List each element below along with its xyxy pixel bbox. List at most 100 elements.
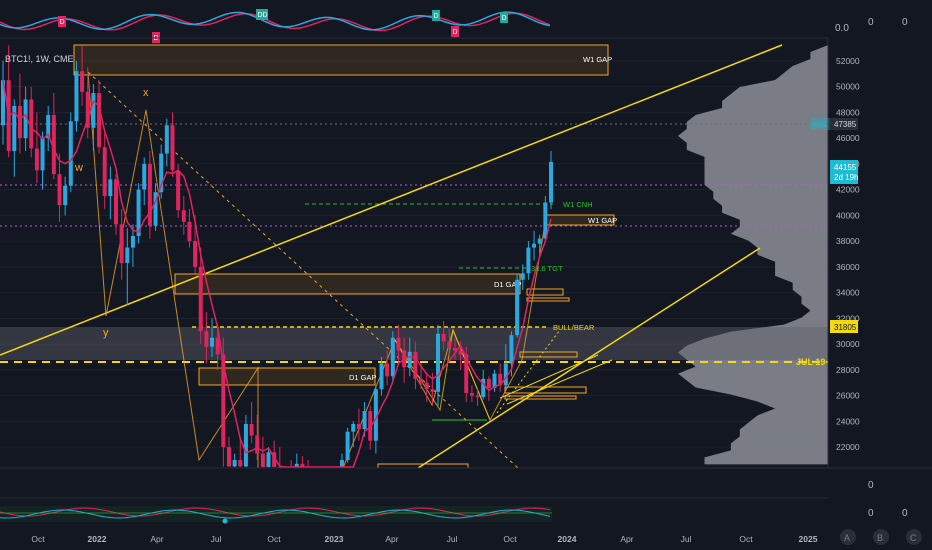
- top-indicator-value: 0.0: [835, 23, 849, 34]
- d1-gap-label-lower: D1 GAP: [349, 373, 377, 382]
- last-price-value: 44155: [834, 163, 857, 172]
- candle-body: [537, 238, 542, 244]
- level-badge-value: 31805: [834, 323, 857, 332]
- time-tick-label: Oct: [739, 534, 753, 544]
- w1-cnh-label: W1 CNH: [563, 200, 593, 209]
- candle-body: [458, 350, 463, 355]
- candle-body: [198, 266, 203, 332]
- time-tick-label: Jul: [681, 534, 692, 544]
- time-tick-label: 2025: [799, 534, 818, 544]
- jul-19-label: JUL 19: [796, 357, 825, 367]
- top-indicator-extra-2: 0: [902, 17, 908, 28]
- footer-button-c-label: C: [910, 533, 917, 543]
- candle-body: [164, 125, 169, 154]
- indicator-marker-label: D: [453, 29, 458, 36]
- indicator-marker-label: D: [502, 15, 507, 22]
- candle-body: [142, 163, 147, 190]
- candle-body: [447, 341, 452, 348]
- w1-gap-zone-top: [73, 44, 609, 76]
- indicator-marker-label: DD: [258, 12, 268, 19]
- candle-body: [74, 71, 79, 122]
- candle-body: [125, 247, 130, 264]
- footer-buttons: A B C: [840, 529, 922, 545]
- price-tick-label: 28000: [836, 365, 860, 375]
- candle-body: [176, 170, 181, 211]
- chart-canvas[interactable]: DDDDDDD 0.0 0 0 W1 GAP D1 GAP D1 GAP W1 …: [0, 0, 932, 550]
- candle-body: [407, 351, 412, 368]
- footer-button-b[interactable]: B: [873, 529, 889, 545]
- candle-body: [515, 279, 520, 336]
- candle-body: [187, 221, 192, 242]
- candle-body: [17, 105, 22, 139]
- candle-body: [113, 179, 118, 225]
- candle-body: [40, 138, 45, 171]
- time-tick-label: Jul: [211, 534, 222, 544]
- price-tick-label: 24000: [836, 416, 860, 426]
- candle-body: [339, 460, 344, 467]
- bar-countdown: 2d 19h: [834, 173, 858, 182]
- price-tick-label: 46000: [836, 133, 860, 143]
- candle-body: [441, 333, 446, 342]
- candle-body: [430, 389, 435, 392]
- price-tick-label: 26000: [836, 391, 860, 401]
- candle-body: [181, 210, 186, 222]
- w1-gap-label-top: W1 GAP: [583, 55, 612, 64]
- time-tick-label: Apr: [150, 534, 163, 544]
- wave-label-w: w: [74, 162, 83, 174]
- wave-label-x: x: [143, 87, 149, 99]
- footer-button-a[interactable]: A: [840, 529, 856, 545]
- candle-body: [119, 224, 124, 264]
- symbol-label: BTC1!, 1W, CME: [5, 54, 74, 64]
- candle-body: [204, 331, 209, 347]
- price-tick-label: 48000: [836, 107, 860, 117]
- time-tick-label: Apr: [385, 534, 398, 544]
- mvn-tag-text: MVN: [811, 122, 827, 129]
- candle-body: [34, 148, 39, 171]
- time-tick-label: 2022: [88, 534, 107, 544]
- candle-body: [424, 382, 429, 390]
- price-tick-label: 34000: [836, 288, 860, 298]
- candle-body: [226, 447, 231, 467]
- oscillator-signal-dot: [222, 518, 228, 524]
- bull-bear-label: BULL/BEAR: [553, 323, 595, 332]
- candle-body: [509, 335, 514, 364]
- candle-body: [436, 333, 441, 392]
- wave-label-y: y: [103, 327, 109, 339]
- candle-body: [266, 452, 271, 467]
- candle-body: [108, 179, 113, 197]
- candle-body: [57, 174, 62, 206]
- footer-button-a-label: A: [844, 533, 850, 543]
- price-tick-label: 22000: [836, 442, 860, 452]
- candle-body: [475, 395, 480, 397]
- bottom-indicator-value-1: 0: [868, 480, 874, 491]
- mvn-badge-value: 47385: [834, 120, 857, 129]
- time-tick-label: Jul: [447, 534, 458, 544]
- candle-body: [249, 423, 254, 436]
- candle-body: [379, 363, 384, 390]
- footer-button-c[interactable]: C: [906, 529, 922, 545]
- d1-gap-zone-upper: [174, 273, 521, 295]
- candle-body: [210, 337, 215, 347]
- candle-body: [147, 163, 152, 226]
- price-tick-label: 30000: [836, 339, 860, 349]
- candle-body: [130, 235, 135, 248]
- candle-body: [80, 71, 85, 92]
- candle-body: [520, 273, 525, 280]
- candle-body: [102, 147, 107, 197]
- time-tick-label: 2023: [325, 534, 344, 544]
- candle-body: [526, 247, 531, 274]
- time-tick-label: Apr: [620, 534, 633, 544]
- candle-body: [419, 378, 424, 383]
- bottom-indicator-value-3: 0: [902, 508, 908, 519]
- candle-body: [356, 423, 361, 430]
- candle-body: [469, 393, 474, 396]
- bottom-indicator-value-2: 0: [868, 508, 874, 519]
- candle-body: [243, 423, 248, 467]
- indicator-marker-label: D: [60, 19, 65, 26]
- time-tick-label: 2024: [558, 534, 577, 544]
- price-tick-label: 38000: [836, 236, 860, 246]
- candle-body: [68, 121, 73, 186]
- candle-body: [260, 453, 265, 467]
- price-tick-label: 42000: [836, 185, 860, 195]
- candle-body: [238, 460, 243, 467]
